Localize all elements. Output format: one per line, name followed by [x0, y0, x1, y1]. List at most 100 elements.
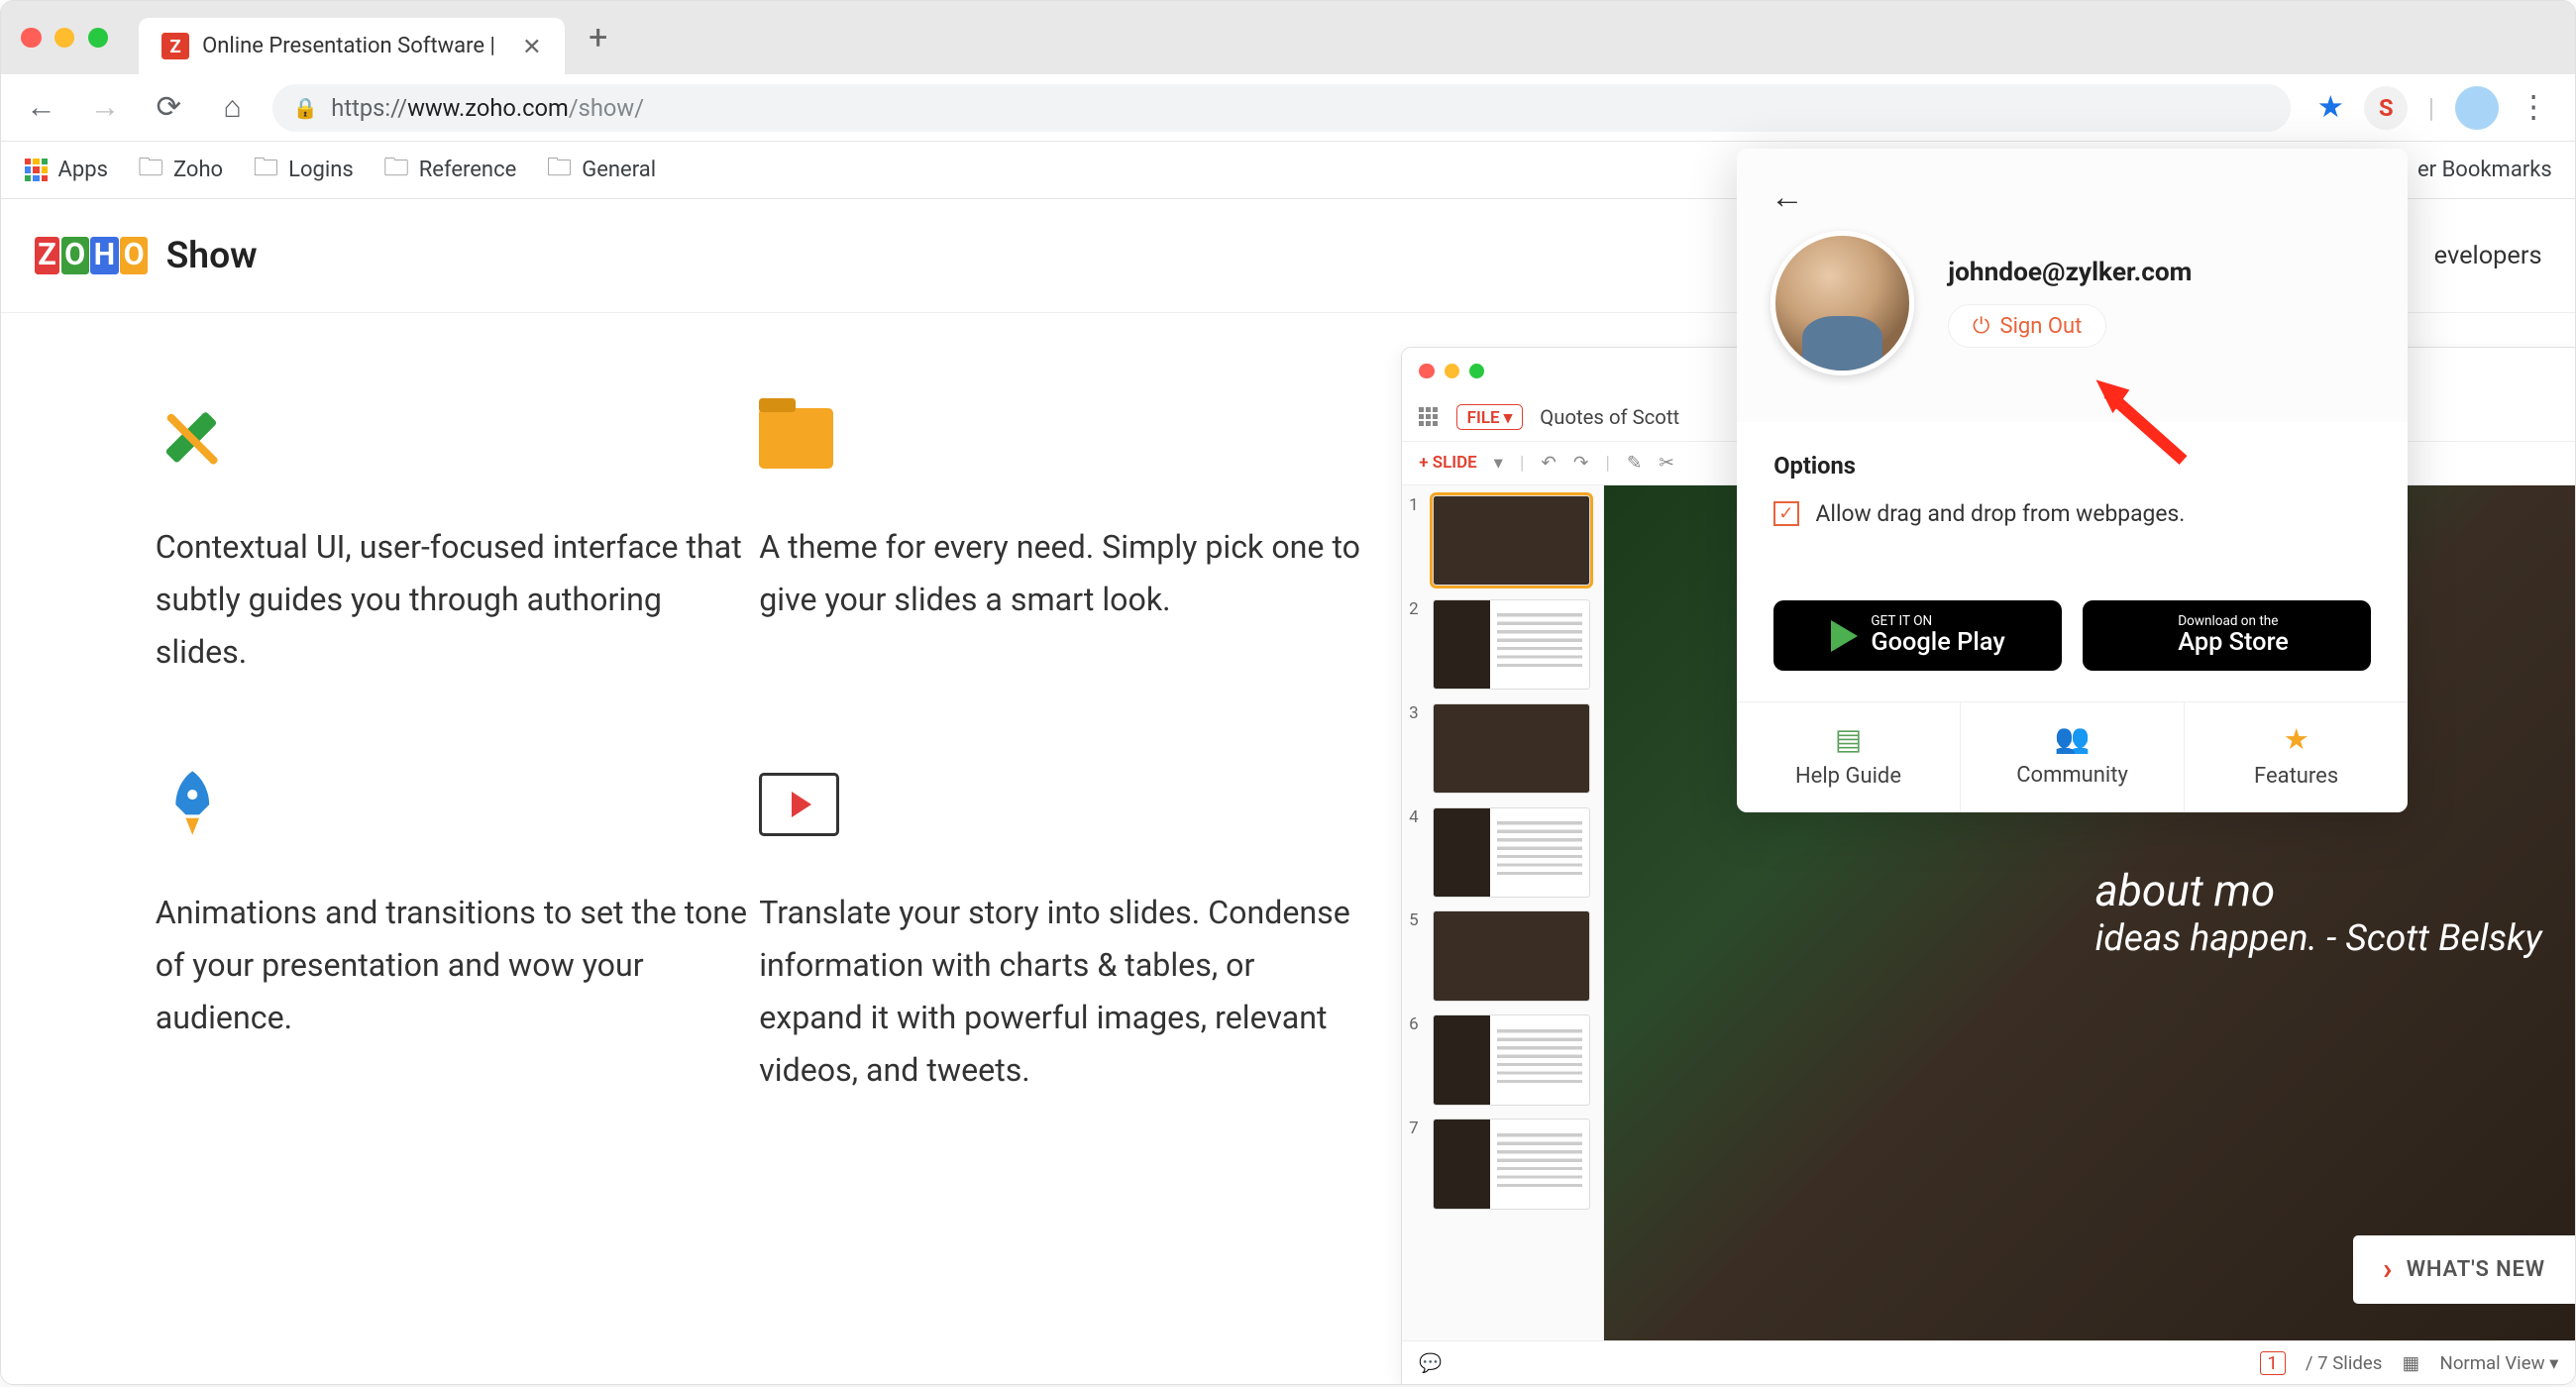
current-slide-number[interactable]: 1: [2260, 1351, 2286, 1375]
zoho-logo-icon: ZOHO: [35, 237, 150, 274]
slide-thumb-2[interactable]: 2: [1409, 599, 1596, 690]
grid-menu-icon[interactable]: [1419, 407, 1439, 427]
slide-dropdown-icon[interactable]: ▾: [1494, 452, 1503, 474]
slide-thumb-4[interactable]: 4: [1409, 807, 1596, 898]
view-grid-icon[interactable]: ▦: [2403, 1352, 2420, 1374]
slide-thumb-3[interactable]: 3: [1409, 703, 1596, 794]
new-tab-button[interactable]: +: [589, 19, 607, 57]
people-icon: 👥: [1961, 722, 2184, 756]
home-button[interactable]: ⌂: [209, 90, 256, 125]
tab-label: Help Guide: [1795, 764, 1901, 789]
folder-icon: 🗀: [383, 149, 408, 191]
tab-label: Community: [2016, 763, 2128, 788]
url-text: https://www.zoho.com/show/: [331, 94, 644, 122]
slide-thumb-1[interactable]: 1: [1409, 495, 1596, 586]
bookmark-folder-logins[interactable]: 🗀Logins: [254, 149, 354, 191]
app-store-badge[interactable]: Download on theApp Store: [2083, 600, 2371, 671]
tab-favicon-icon: Z: [161, 33, 188, 59]
user-email: johndoe@zylker.com: [1948, 258, 2192, 287]
whats-new-button[interactable]: WHAT'S NEW: [2353, 1235, 2576, 1304]
tab-help-guide[interactable]: ▤ Help Guide: [1737, 702, 1961, 812]
tab-community[interactable]: 👥 Community: [1961, 702, 2185, 812]
bookmark-label: Reference: [419, 158, 517, 182]
slide-thumbnails: 1 2 3 4 5 6 7: [1402, 485, 1603, 1341]
logo-group[interactable]: ZOHO Show: [35, 234, 258, 277]
tab-features[interactable]: ★ Features: [2185, 702, 2408, 812]
lock-icon: 🔒: [292, 96, 317, 120]
redo-icon[interactable]: ↷: [1573, 452, 1589, 474]
feature-text: Translate your story into slides. Conden…: [759, 887, 1362, 1097]
gplay-bottom-text: Google Play: [1871, 629, 2004, 657]
address-bar[interactable]: 🔒 https://www.zoho.com/show/: [272, 84, 2290, 131]
extension-icon[interactable]: S: [2364, 86, 2408, 130]
slide-thumb-7[interactable]: 7: [1409, 1119, 1596, 1209]
format-painter-icon[interactable]: ✎: [1627, 452, 1643, 474]
add-slide-button[interactable]: + SLIDE: [1419, 453, 1476, 473]
nav-link-developers[interactable]: evelopers: [2434, 241, 2542, 270]
window-traffic-lights: [21, 28, 108, 48]
cut-icon[interactable]: ✂: [1659, 452, 1674, 474]
comments-icon[interactable]: 💬: [1419, 1352, 1442, 1374]
browser-tab-strip: Z Online Presentation Software | ✕ +: [1, 1, 2575, 74]
view-mode-dropdown[interactable]: Normal View ▾: [2440, 1352, 2559, 1374]
slide-thumb-6[interactable]: 6: [1409, 1014, 1596, 1105]
feature-themes: A theme for every need. Simply pick one …: [759, 397, 1362, 680]
other-bookmarks-label: er Bookmarks: [2417, 158, 2552, 182]
bookmark-folder-general[interactable]: 🗀General: [547, 149, 656, 191]
store-badges: GET IT ONGoogle Play Download on theApp …: [1737, 578, 2408, 701]
apps-button[interactable]: Apps: [25, 158, 108, 182]
sign-out-button[interactable]: ⏻ Sign Out: [1948, 304, 2106, 348]
divider: |: [2428, 92, 2435, 124]
toolbar-right-icons: ★ S | ⋮: [2308, 86, 2559, 130]
browser-tab[interactable]: Z Online Presentation Software | ✕: [139, 18, 566, 75]
tab-label: Features: [2254, 764, 2338, 789]
document-title[interactable]: Quotes of Scott: [1540, 405, 1679, 429]
slide-text-line1: about mo: [2095, 865, 2542, 916]
slide-text-line2: ideas happen. - Scott Belsky: [2095, 916, 2542, 960]
minimize-icon[interactable]: [1445, 364, 1459, 378]
document-icon: ▤: [1737, 722, 1960, 757]
option-drag-drop[interactable]: ✓ Allow drag and drop from webpages.: [1773, 500, 2371, 527]
close-window-button[interactable]: [21, 28, 41, 48]
minimize-window-button[interactable]: [54, 28, 74, 48]
user-avatar: [1771, 231, 1915, 375]
popover-back-button[interactable]: ←: [1771, 178, 1804, 217]
rocket-icon: [156, 768, 229, 841]
star-icon: ★: [2185, 722, 2408, 757]
features-grid: Contextual UI, user-focused interface th…: [1, 313, 1430, 1385]
folder-icon: 🗀: [254, 149, 278, 191]
apps-grid-icon: [25, 159, 49, 182]
play-screen-icon: [759, 773, 839, 836]
checkbox-checked-icon[interactable]: ✓: [1773, 501, 1798, 526]
forward-button[interactable]: →: [81, 90, 128, 125]
google-play-icon: [1831, 620, 1858, 652]
popover-tabs: ▤ Help Guide 👥 Community ★ Features: [1737, 701, 2408, 812]
other-bookmarks[interactable]: er Bookmarks: [2417, 158, 2552, 182]
reload-button[interactable]: ⟳: [146, 90, 192, 125]
maximize-window-button[interactable]: [88, 28, 108, 48]
whats-new-label: WHAT'S NEW: [2407, 1257, 2545, 1282]
total-slides: / 7 Slides: [2306, 1352, 2382, 1374]
appstore-bottom-text: App Store: [2178, 629, 2289, 657]
tab-close-icon[interactable]: ✕: [522, 33, 542, 60]
folder-icon: 🗀: [547, 149, 572, 191]
pencil-ruler-icon: [156, 402, 229, 476]
browser-menu-icon[interactable]: ⋮: [2519, 90, 2548, 125]
url-scheme: https://: [331, 94, 407, 122]
profile-avatar-icon[interactable]: [2455, 86, 2499, 130]
apps-label: Apps: [58, 158, 108, 182]
feature-animations: Animations and transitions to set the to…: [156, 763, 759, 1098]
file-menu-button[interactable]: FILE ▾: [1456, 404, 1524, 430]
bookmark-star-icon[interactable]: ★: [2317, 90, 2344, 125]
slide-thumb-5[interactable]: 5: [1409, 910, 1596, 1001]
bookmark-folder-reference[interactable]: 🗀 Reference: [383, 149, 516, 191]
bookmark-folder-zoho[interactable]: 🗀Zoho: [138, 149, 223, 191]
url-path: /show/: [569, 94, 644, 122]
user-info: johndoe@zylker.com ⏻ Sign Out: [1771, 231, 2374, 375]
feature-story-slides: Translate your story into slides. Conden…: [759, 763, 1362, 1098]
close-icon[interactable]: [1419, 364, 1434, 378]
google-play-badge[interactable]: GET IT ONGoogle Play: [1773, 600, 2062, 671]
back-button[interactable]: ←: [18, 90, 64, 125]
undo-icon[interactable]: ↶: [1541, 452, 1556, 474]
maximize-icon[interactable]: [1469, 364, 1484, 378]
